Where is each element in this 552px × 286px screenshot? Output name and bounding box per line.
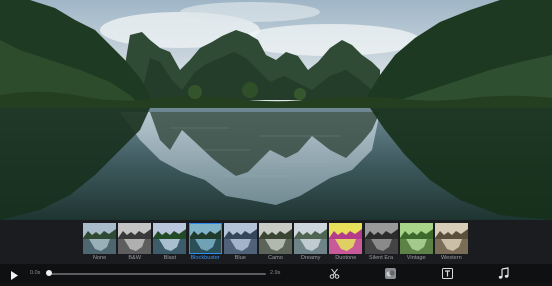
filters-icon[interactable] — [384, 267, 397, 280]
filter-strip: None B&W Blast Blockbuster Blue Camo Dre… — [0, 220, 552, 264]
filter-thumbnail — [153, 223, 187, 254]
filter-label: Blast — [163, 255, 177, 261]
filter-dreamy[interactable]: Dreamy — [293, 222, 328, 262]
filter-thumbnail — [188, 223, 222, 254]
filter-thumbnail — [223, 223, 257, 254]
filter-western[interactable]: Western — [434, 222, 469, 262]
filter-thumbnail — [258, 223, 292, 254]
filter-label: Western — [441, 255, 462, 261]
filter-silent-era[interactable]: Silent Era — [364, 222, 399, 262]
filter-list: None B&W Blast Blockbuster Blue Camo Dre… — [82, 222, 469, 262]
scissors-icon[interactable] — [328, 267, 341, 280]
video-preview[interactable] — [0, 0, 552, 220]
total-time: 2.9s — [270, 270, 281, 276]
filter-camo[interactable]: Camo — [258, 222, 293, 262]
text-title-icon[interactable] — [441, 267, 454, 280]
filter-duotone[interactable]: Duotone — [328, 222, 363, 262]
playback-toolbar: 0.0s 2.9s — [0, 264, 552, 283]
filter-label: Vintage — [406, 255, 426, 261]
filter-thumbnail — [434, 223, 468, 254]
filter-label: Blue — [234, 255, 246, 261]
filter-thumbnail — [118, 223, 152, 254]
scrub-bar[interactable] — [46, 270, 266, 276]
filter-thumbnail — [399, 223, 433, 254]
filter-blockbuster[interactable]: Blockbuster — [188, 222, 223, 262]
filter-thumbnail — [364, 223, 398, 254]
filter-label: Blockbuster — [190, 255, 220, 261]
filter-blue[interactable]: Blue — [223, 222, 258, 262]
filter-label: Duotone — [335, 255, 357, 261]
filter-none[interactable]: None — [82, 222, 117, 262]
filter-thumbnail — [83, 223, 116, 254]
filter-label: Camo — [267, 255, 283, 261]
filter-label: None — [92, 255, 107, 261]
play-icon[interactable] — [9, 268, 19, 280]
current-time: 0.0s — [30, 270, 41, 276]
filter-bw[interactable]: B&W — [117, 222, 152, 262]
filter-label: Dreamy — [300, 255, 321, 261]
music-note-icon[interactable] — [497, 267, 510, 280]
filter-thumbnail — [329, 223, 363, 254]
filter-label: Silent Era — [368, 255, 394, 261]
filter-thumbnail — [294, 223, 328, 254]
filter-blast[interactable]: Blast — [152, 222, 187, 262]
video-editor: None B&W Blast Blockbuster Blue Camo Dre… — [0, 0, 552, 283]
filter-label: B&W — [128, 255, 142, 261]
filter-vintage[interactable]: Vintage — [399, 222, 434, 262]
scrub-handle[interactable] — [46, 270, 52, 276]
